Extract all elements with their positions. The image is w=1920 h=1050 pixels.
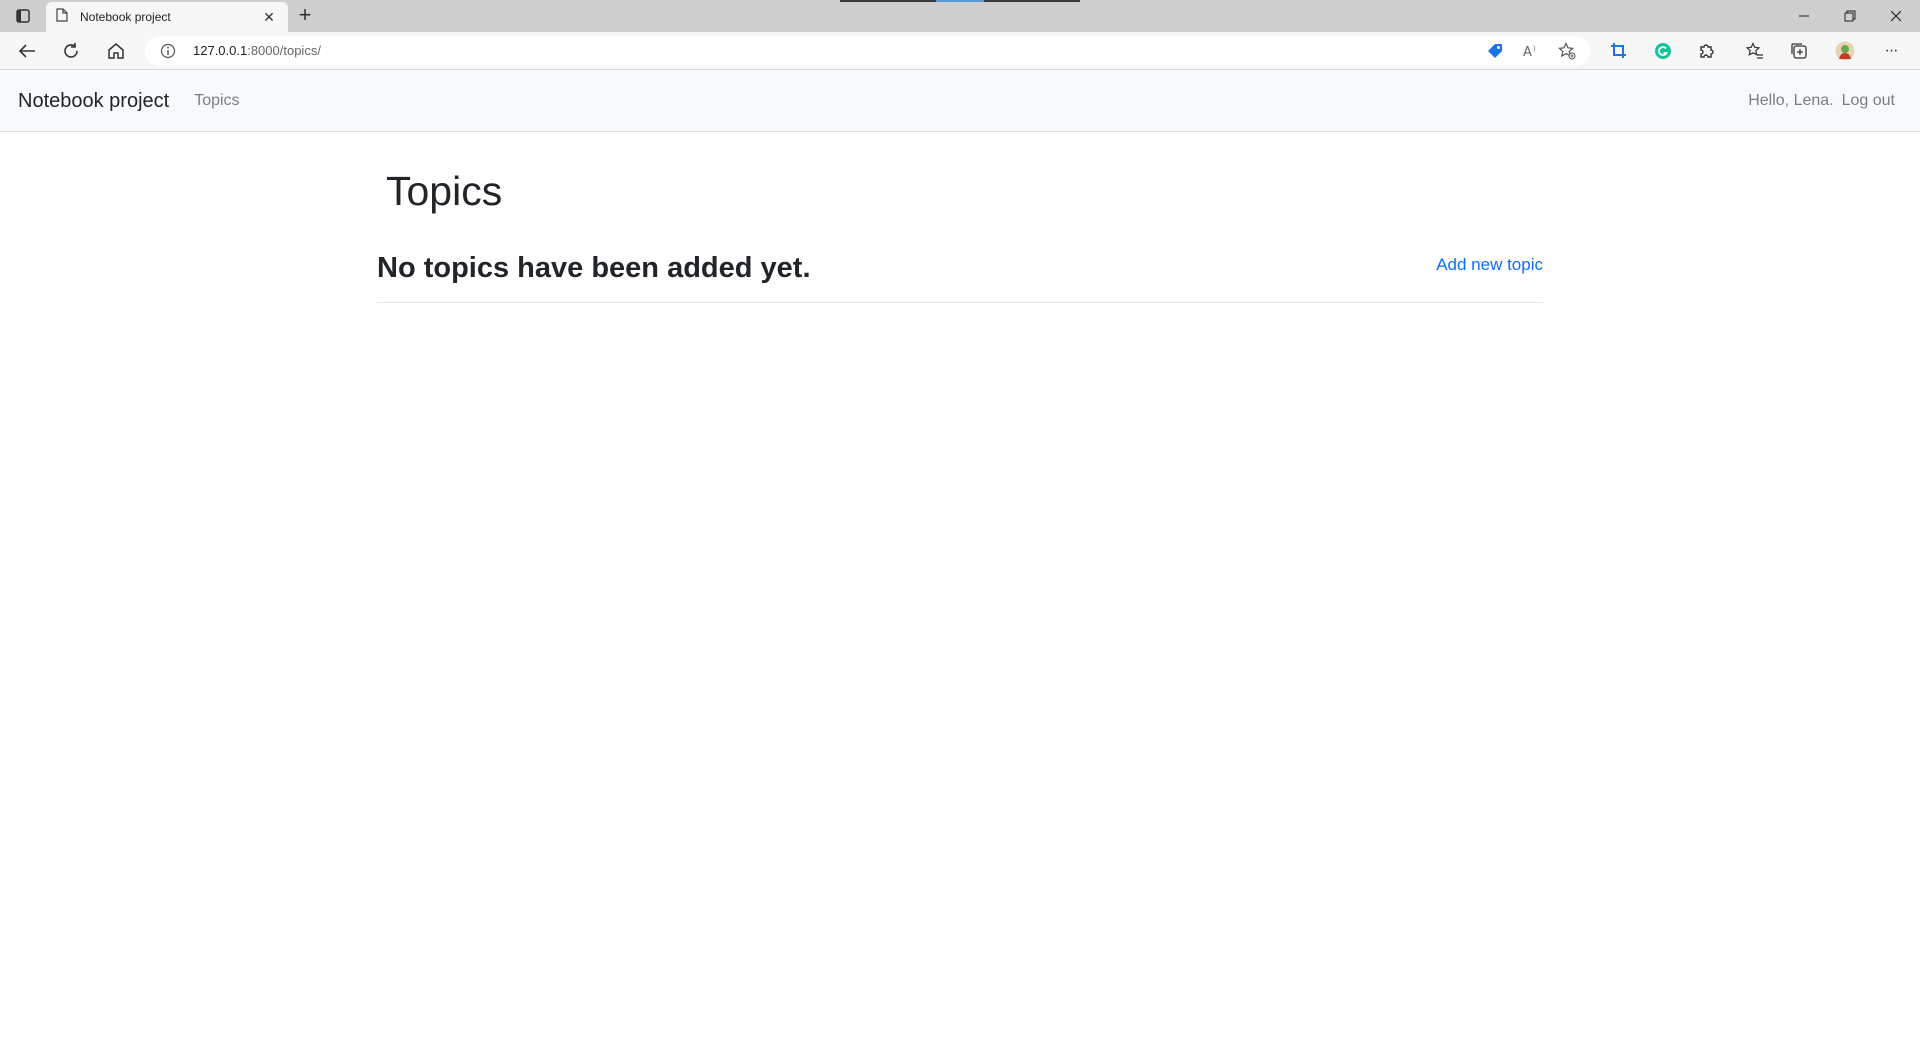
- site-navbar: Notebook project Topics Hello, Lena. Log…: [0, 71, 1920, 132]
- collections-icon[interactable]: [1784, 37, 1814, 65]
- more-icon[interactable]: ···: [1876, 37, 1906, 65]
- tab-strip: Notebook project ✕ +: [0, 0, 1920, 32]
- header-divider: [377, 302, 1543, 303]
- tab-actions-icon[interactable]: [10, 6, 36, 26]
- tab-title: Notebook project: [80, 10, 171, 24]
- page-viewport: Notebook project Topics Hello, Lena. Log…: [0, 71, 1920, 1050]
- url-text[interactable]: 127.0.0.1:8000/topics/: [193, 43, 321, 58]
- profile-avatar[interactable]: [1830, 37, 1860, 65]
- puzzle-icon[interactable]: [1692, 37, 1722, 65]
- nav-link-topics[interactable]: Topics: [194, 92, 239, 110]
- reload-icon[interactable]: [56, 37, 86, 65]
- restore-icon[interactable]: [1827, 0, 1873, 32]
- info-icon[interactable]: [159, 42, 177, 60]
- user-greeting: Hello, Lena.: [1748, 92, 1834, 109]
- close-icon[interactable]: ✕: [260, 9, 278, 26]
- add-new-topic-link[interactable]: Add new topic: [1436, 255, 1543, 275]
- back-arrow-icon[interactable]: [12, 37, 42, 65]
- logout-link[interactable]: Log out: [1842, 92, 1895, 110]
- svg-text:A: A: [1523, 45, 1532, 59]
- page-icon: [56, 7, 68, 27]
- read-aloud-icon[interactable]: A): [1520, 41, 1542, 61]
- navbar-user-area: Hello, Lena. Log out: [1748, 92, 1895, 110]
- url-host: 127.0.0.1: [193, 43, 248, 58]
- star-plus-icon[interactable]: [1556, 41, 1578, 61]
- navbar-brand[interactable]: Notebook project: [18, 90, 169, 113]
- page-header: Topics Add new topic: [377, 132, 1543, 313]
- browser-toolbar: 127.0.0.1:8000/topics/ A) ···: [0, 32, 1920, 70]
- close-window-icon[interactable]: [1873, 0, 1919, 32]
- new-tab-button[interactable]: +: [292, 4, 318, 28]
- browser-tab[interactable]: Notebook project ✕: [46, 2, 288, 32]
- empty-topics-message: No topics have been added yet.: [377, 252, 811, 284]
- svg-text:): ): [1533, 45, 1536, 53]
- page-title: Topics: [386, 168, 503, 214]
- url-path: :8000/topics/: [247, 43, 321, 58]
- tag-icon[interactable]: [1484, 41, 1506, 61]
- top-indicator: [840, 0, 1080, 2]
- crop-icon[interactable]: [1604, 37, 1634, 65]
- home-icon[interactable]: [101, 37, 131, 65]
- grammarly-icon[interactable]: [1648, 37, 1678, 65]
- favorites-icon[interactable]: [1740, 37, 1770, 65]
- address-bar[interactable]: 127.0.0.1:8000/topics/ A): [145, 36, 1590, 66]
- minimize-icon[interactable]: [1781, 0, 1827, 32]
